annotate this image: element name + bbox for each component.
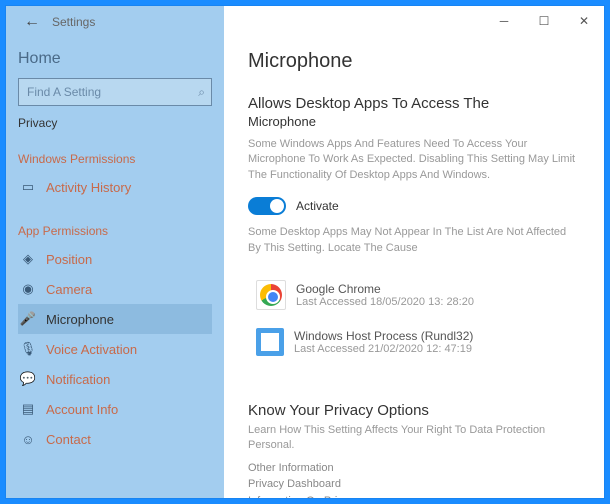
titlebar: ← Settings [18,6,212,38]
sidebar-item-label: Position [46,252,92,267]
sidebar-item-label: Camera [46,282,92,297]
sidebar-item-label: Voice Activation [46,342,137,357]
close-button[interactable]: ✕ [564,6,604,36]
minimize-icon: ─ [500,14,509,28]
sidebar: ← Settings Home ⌕ Privacy Windows Permis… [6,6,224,498]
section-windows-permissions: Windows Permissions [18,152,212,166]
toggle-row: Activate [248,197,580,215]
settings-window: ← Settings Home ⌕ Privacy Windows Permis… [6,6,604,498]
sidebar-item-voice[interactable]: 🎙 Voice Activation [18,334,212,364]
sidebar-item-camera[interactable]: ◉ Camera [18,274,212,304]
app-text: Windows Host Process (Rundl32) Last Acce… [294,329,473,355]
sidebar-item-contact[interactable]: ☺ Contact [18,424,212,454]
page-title: Microphone [248,50,580,73]
search-input[interactable] [25,84,198,100]
sidebar-item-label: Notification [46,372,110,387]
maximize-icon: ☐ [539,14,550,28]
account-icon: ▤ [20,401,36,417]
allow-description: Some Windows Apps And Features Need To A… [248,137,580,183]
allow-title-2: Microphone [248,114,580,129]
sidebar-item-label: Contact [46,432,91,447]
home-link[interactable]: Home [18,50,212,68]
app-row-hostprocess[interactable]: Windows Host Process (Rundl32) Last Acce… [248,322,580,362]
contact-icon: ☺ [20,431,36,447]
location-icon: ◈ [20,251,36,267]
link-other-info[interactable]: Other Information [248,460,580,477]
search-icon: ⌕ [198,85,205,100]
notification-icon: 💬 [20,371,36,387]
arrow-left-icon: ← [24,13,40,31]
maximize-button[interactable]: ☐ [524,6,564,36]
close-icon: ✕ [579,14,589,28]
toggle-label: Activate [296,199,339,213]
sidebar-item-activity[interactable]: ▭ Activity History [18,172,212,202]
app-list: Google Chrome Last Accessed 18/05/2020 1… [248,274,580,362]
privacy-options-title: Know Your Privacy Options [248,402,580,419]
back-button[interactable]: ← [18,8,46,36]
host-process-icon [256,328,284,356]
activate-toggle[interactable] [248,197,286,215]
sidebar-item-position[interactable]: ◈ Position [18,244,212,274]
breadcrumb[interactable]: Privacy [18,116,212,130]
window-controls: ─ ☐ ✕ [484,6,604,36]
sidebar-item-account[interactable]: ▤ Account Info [18,394,212,424]
privacy-description: Learn How This Setting Affects Your Righ… [248,423,580,454]
sidebar-item-label: Microphone [46,312,114,327]
window-title: Settings [52,15,95,29]
privacy-links: Other Information Privacy Dashboard Info… [248,460,580,498]
main-content: ─ ☐ ✕ Microphone Allows Desktop Apps To … [224,6,604,498]
minimize-button[interactable]: ─ [484,6,524,36]
sidebar-item-microphone[interactable]: 🎤 Microphone [18,304,212,334]
camera-icon: ◉ [20,281,36,297]
allow-title: Allows Desktop Apps To Access The [248,95,580,112]
app-row-chrome[interactable]: Google Chrome Last Accessed 18/05/2020 1… [248,274,580,316]
sidebar-item-label: Activity History [46,180,131,195]
chrome-icon [256,280,286,310]
list-description: Some Desktop Apps May Not Appear In The … [248,225,580,256]
app-name: Windows Host Process (Rundl32) [294,329,473,343]
link-info-privacy[interactable]: Information On Privacy [248,493,580,498]
app-last-accessed: Last Accessed 18/05/2020 13: 28:20 [296,296,474,308]
sidebar-item-notification[interactable]: 💬 Notification [18,364,212,394]
activity-icon: ▭ [20,179,36,195]
app-last-accessed: Last Accessed 21/02/2020 12: 47:19 [294,343,473,355]
toggle-knob [270,199,284,213]
app-name: Google Chrome [296,282,474,296]
voice-icon: 🎙 [20,341,36,357]
link-privacy-dashboard[interactable]: Privacy Dashboard [248,476,580,493]
sidebar-item-label: Account Info [46,402,118,417]
search-box[interactable]: ⌕ [18,78,212,106]
microphone-icon: 🎤 [20,311,36,327]
home-label: Home [18,50,61,68]
app-text: Google Chrome Last Accessed 18/05/2020 1… [296,282,474,308]
section-app-permissions: App Permissions [18,224,212,238]
